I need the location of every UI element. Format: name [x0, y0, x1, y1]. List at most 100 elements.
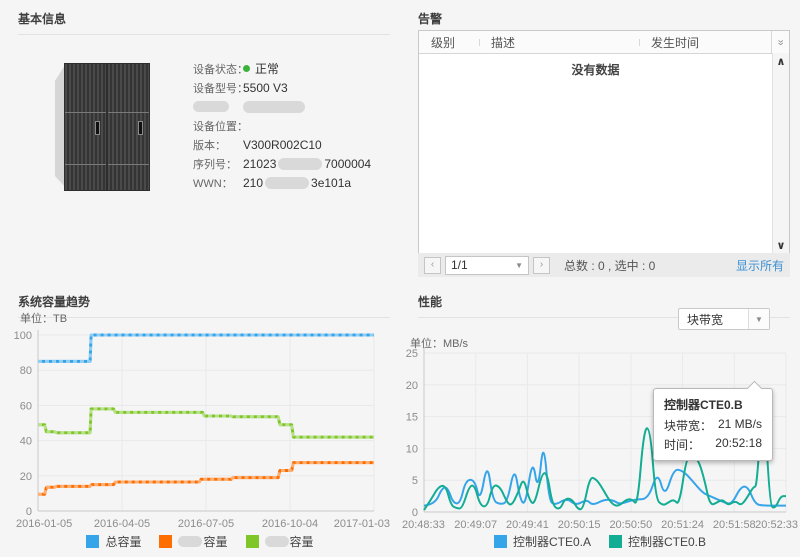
- field-label: 版本：: [193, 139, 226, 152]
- panel-capacity-trend: 系统容量趋势 单位：TB 0 20 40 60 80 100 2016-01-05 2016-…: [0, 283, 400, 557]
- status-dot-normal: [243, 65, 250, 72]
- redacted-legend-blob: [264, 536, 289, 547]
- field-value: 21023: [243, 156, 277, 171]
- svg-text:25: 25: [406, 348, 418, 360]
- legend-label: 容量: [289, 535, 314, 549]
- field-label: 序列号：: [193, 158, 237, 171]
- panel-basic-info: 基本信息 设备状态： 正常 设备型号： 5500 V3 设备位置： 版本： V3…: [0, 0, 400, 283]
- device-rack-right: [107, 63, 150, 191]
- field-value: 210: [243, 175, 264, 190]
- panel-performance: 性能 块带宽 ▼ 单位：MB/s 0 5 10 15 20 25 20:48:33 20:49…: [400, 283, 800, 557]
- redacted-value-blob: [278, 157, 323, 170]
- svg-text:2016-04-05: 2016-04-05: [94, 518, 150, 530]
- show-all-link[interactable]: 显示所有: [736, 257, 784, 274]
- column-header-occurred-time: 发生时间: [639, 34, 771, 51]
- redacted-legend-blob: [178, 536, 203, 547]
- field-label: 设备位置：: [193, 120, 248, 133]
- svg-text:0: 0: [26, 506, 32, 518]
- alarm-table-body: 没有数据 ∧ ∨: [419, 53, 789, 254]
- storage-dashboard: 基本信息 设备状态： 正常 设备型号： 5500 V3 设备位置： 版本： V3…: [0, 0, 800, 557]
- field-redacted: [193, 100, 371, 113]
- legend-item: 总容量: [86, 533, 141, 550]
- status-text: 正常: [255, 62, 280, 76]
- next-page-button[interactable]: ›: [533, 256, 550, 274]
- tooltip-title: 控制器CTE0.B: [664, 398, 743, 412]
- redacted-value-blob: [243, 100, 305, 113]
- rack-handle: [95, 120, 100, 135]
- svg-text:20:50:50: 20:50:50: [609, 519, 652, 531]
- field-label: WWN：: [193, 177, 233, 190]
- chart-tooltip: 控制器CTE0.B 块带宽： 21 MB/s 时间： 20:52:18: [653, 388, 773, 461]
- svg-text:20:52:33: 20:52:33: [755, 519, 798, 531]
- field-serial-number: 序列号： 21023 7000004: [193, 156, 372, 171]
- legend-item: 控制器CTE0.B: [609, 533, 706, 550]
- svg-text:2017-01-03: 2017-01-03: [334, 518, 390, 530]
- field-device-model: 设备型号： 5500 V3: [193, 80, 371, 95]
- field-value: 5500 V3: [243, 80, 288, 95]
- svg-text:15: 15: [406, 412, 418, 424]
- legend-swatch: [493, 535, 507, 548]
- metric-select[interactable]: 块带宽 ▼: [678, 308, 770, 330]
- svg-text:2016-07-05: 2016-07-05: [178, 518, 234, 530]
- scroll-up-icon[interactable]: ∧: [773, 55, 789, 68]
- svg-text:20: 20: [406, 380, 418, 392]
- svg-text:40: 40: [20, 436, 32, 448]
- scroll-down-icon[interactable]: ∨: [773, 239, 789, 252]
- field-device-status: 设备状态： 正常: [193, 62, 371, 76]
- legend-swatch: [245, 535, 259, 548]
- scrollbar[interactable]: ∧ ∨: [772, 53, 789, 254]
- svg-text:5: 5: [412, 475, 418, 487]
- legend-item: 容量: [159, 533, 228, 550]
- svg-text:80: 80: [20, 365, 32, 377]
- alarm-table: 级别 描述 发生时间 » 没有数据 ∧ ∨: [418, 30, 790, 255]
- svg-text:20:51:24: 20:51:24: [661, 519, 704, 531]
- panel-title-capacity-trend: 系统容量趋势: [18, 293, 390, 318]
- legend-swatch: [159, 535, 173, 548]
- field-label: 设备型号：: [193, 82, 248, 95]
- tooltip-row: 时间： 20:52:18: [664, 436, 762, 453]
- svg-text:20:49:41: 20:49:41: [506, 519, 549, 531]
- chevron-down-icon: ▼: [755, 314, 763, 324]
- svg-text:20:49:07: 20:49:07: [454, 519, 497, 531]
- column-settings-button[interactable]: »: [771, 31, 789, 53]
- legend-item: 控制器CTE0.A: [493, 533, 591, 550]
- field-value: 7000004: [324, 156, 372, 171]
- chevron-down-icon: ▼: [515, 260, 523, 270]
- field-value: V300R002C10: [243, 137, 322, 152]
- panel-alarms: 告警 级别 描述 发生时间 » 没有数据 ∧ ∨ ‹ 1/1 ▼ › 总数: …: [400, 0, 800, 283]
- svg-text:0: 0: [412, 507, 418, 519]
- field-device-location: 设备位置：: [193, 119, 371, 133]
- capacity-legend: 总容量 容量 容量: [0, 533, 400, 550]
- legend-label: 控制器CTE0.B: [628, 535, 707, 549]
- svg-text:2016-10-04: 2016-10-04: [262, 518, 318, 530]
- device-rack-left: [64, 63, 107, 191]
- legend-swatch: [609, 535, 622, 548]
- field-version: 版本： V300R002C10: [193, 137, 371, 152]
- performance-legend: 控制器CTE0.A 控制器CTE0.B: [400, 533, 800, 550]
- redacted-label-blob: [193, 101, 229, 113]
- column-header-description: 描述: [479, 34, 639, 51]
- svg-text:60: 60: [20, 400, 32, 412]
- column-header-level: 级别: [431, 35, 456, 50]
- tooltip-value: 21 MB/s: [717, 417, 762, 431]
- field-wwn: WWN： 210 3e101a: [193, 175, 371, 190]
- redacted-value-blob: [265, 176, 310, 189]
- page-indicator: 1/1: [451, 258, 468, 272]
- pagination-summary: 总数 : 0 , 选中 : 0: [564, 258, 656, 273]
- svg-text:20:51:58: 20:51:58: [713, 519, 756, 531]
- double-chevron-icon: »: [775, 38, 787, 46]
- field-value: 3e101a: [311, 175, 352, 190]
- svg-text:20:48:33: 20:48:33: [402, 519, 445, 531]
- legend-label: 控制器CTE0.A: [512, 535, 591, 549]
- legend-label: 容量: [203, 535, 228, 549]
- prev-page-button[interactable]: ‹: [424, 256, 441, 274]
- field-label: 设备状态：: [193, 63, 248, 76]
- svg-text:20: 20: [20, 471, 32, 483]
- page-select[interactable]: 1/1 ▼: [445, 255, 529, 275]
- tooltip-value: 20:52:18: [715, 436, 762, 450]
- svg-text:100: 100: [14, 330, 32, 342]
- metric-select-value: 块带宽: [687, 312, 724, 327]
- legend-label: 总容量: [105, 535, 142, 549]
- legend-swatch: [86, 535, 100, 548]
- dropdown-button[interactable]: ▼: [748, 309, 769, 329]
